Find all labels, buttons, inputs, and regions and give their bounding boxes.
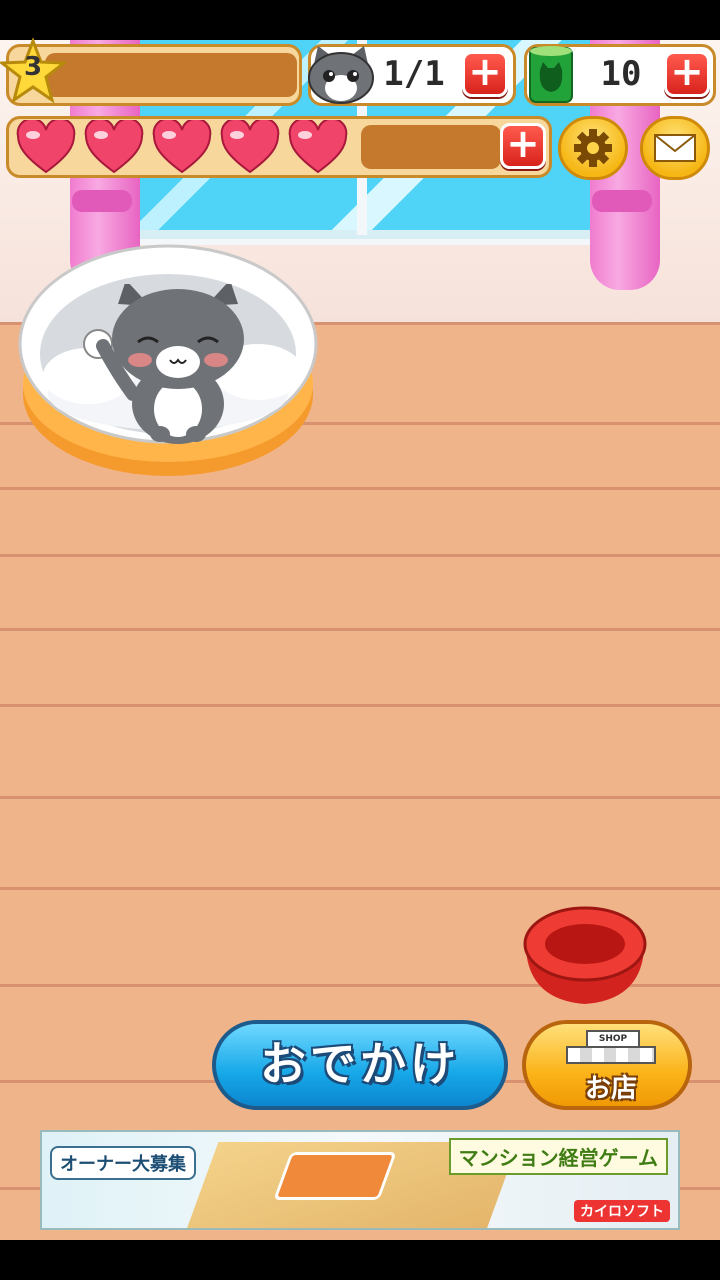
add-can-button[interactable]: + xyxy=(664,51,710,97)
heart-icon xyxy=(84,117,144,174)
ad-banner[interactable]: オーナー大募集 マンション経営ゲーム カイロソフト xyxy=(40,1130,680,1230)
gear-icon xyxy=(574,129,612,167)
can-count-text: 10 xyxy=(600,54,642,94)
cat-bed[interactable] xyxy=(18,244,318,484)
ad-game-title: マンション経営ゲーム xyxy=(448,1138,668,1175)
status-bar xyxy=(0,0,720,40)
heart-bar xyxy=(361,125,501,169)
heart-icon xyxy=(220,117,280,174)
mail-icon xyxy=(654,134,696,162)
right-curtain-tie xyxy=(592,190,652,212)
shop-label: お店 xyxy=(584,1074,637,1104)
cat-sprite[interactable] xyxy=(78,280,278,448)
navigation-bar xyxy=(0,1240,720,1280)
cat-count-text: 1/1 xyxy=(383,54,445,94)
add-cat-button[interactable]: + xyxy=(462,51,508,97)
heart-icon xyxy=(16,117,76,174)
cat-face-icon xyxy=(306,44,376,106)
ad-bed-illustration xyxy=(273,1152,397,1200)
shop-icon xyxy=(566,1046,656,1064)
ad-maker-logo: カイロソフト xyxy=(574,1200,670,1222)
shop-button[interactable]: SHOP お店 xyxy=(522,1020,692,1110)
cat-food-can-icon xyxy=(526,44,576,106)
heart-icon xyxy=(288,117,348,174)
go-out-button[interactable]: おでかけ xyxy=(212,1020,508,1110)
settings-button[interactable] xyxy=(558,116,628,180)
ad-tagline: オーナー大募集 xyxy=(50,1146,196,1180)
level-number: 3 xyxy=(23,52,43,82)
exp-bar xyxy=(45,53,297,97)
mail-button[interactable] xyxy=(640,116,710,180)
add-heart-button[interactable]: + xyxy=(500,123,546,169)
left-curtain-tie xyxy=(72,190,132,212)
food-bowl-icon[interactable] xyxy=(522,904,648,1008)
heart-icon xyxy=(152,117,212,174)
